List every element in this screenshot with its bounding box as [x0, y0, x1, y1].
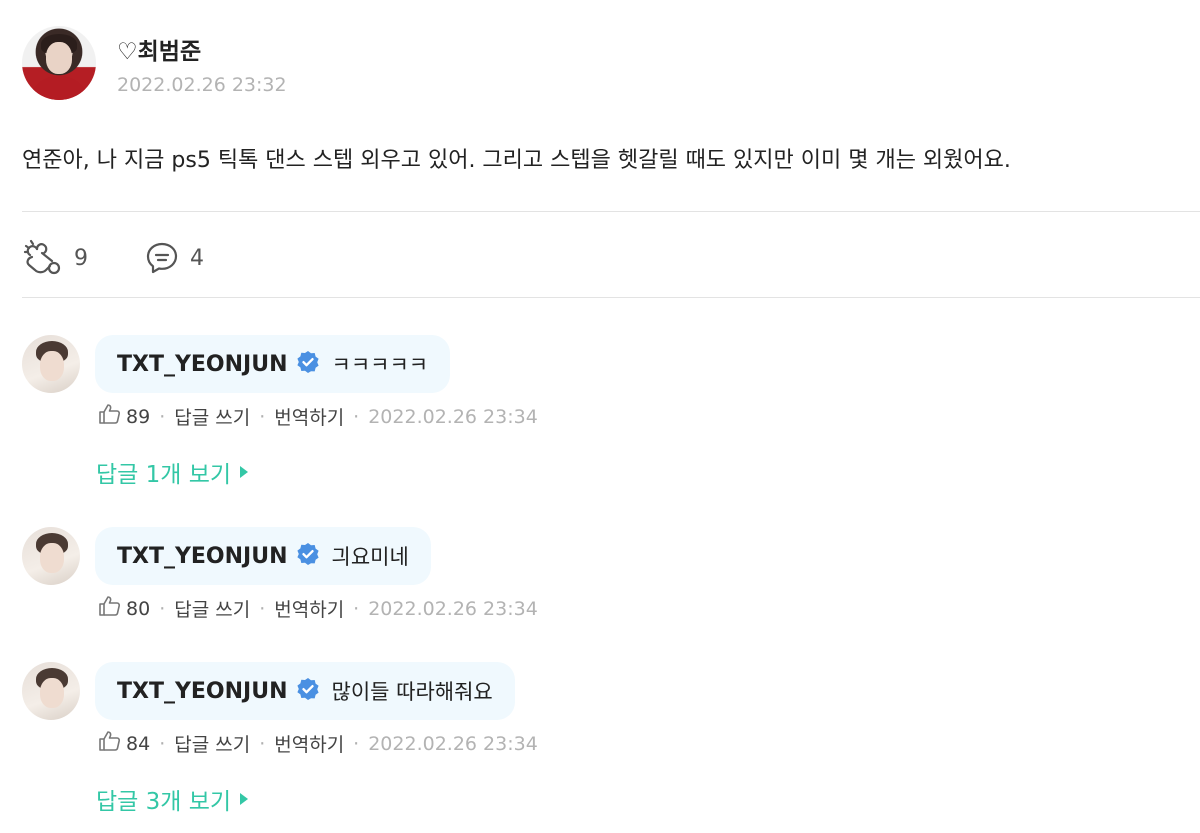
commenter-avatar[interactable] — [22, 662, 80, 720]
separator-dot: · — [353, 732, 360, 755]
separator-dot: · — [353, 405, 360, 428]
comment-meta: 89 · 답글 쓰기 · 번역하기 · 2022.02.26 23:34 — [98, 403, 538, 430]
comment-count: 4 — [190, 245, 204, 271]
separator-dot: · — [159, 732, 166, 755]
view-replies-label: 답글 3개 보기 — [96, 789, 232, 815]
translate-button[interactable]: 번역하기 — [274, 730, 344, 757]
view-replies-link[interactable]: 답글 3개 보기 — [96, 782, 249, 816]
comment-like-count: 89 — [126, 405, 151, 428]
post-body: 연준아, 나 지금 ps5 틱톡 댄스 스텝 외우고 있어. 그리고 스텝을 헷… — [22, 148, 1011, 173]
view-replies-link[interactable]: 답글 1개 보기 — [96, 455, 249, 489]
verified-badge-icon — [296, 542, 320, 570]
separator-dot: · — [259, 732, 266, 755]
comment-meta: 84 · 답글 쓰기 · 번역하기 · 2022.02.26 23:34 — [98, 730, 538, 757]
separator-dot: · — [353, 597, 360, 620]
post-header: ♡최범준 2022.02.26 23:32 — [22, 26, 622, 102]
post-timestamp: 2022.02.26 23:32 — [117, 74, 287, 96]
comment-like-count: 84 — [126, 732, 151, 755]
cheer-hand-icon — [22, 237, 64, 279]
divider — [22, 297, 1200, 298]
comment-text: 많이들 따라해줘요 — [331, 680, 493, 704]
comment-meta: 80 · 답글 쓰기 · 번역하기 · 2022.02.26 23:34 — [98, 595, 538, 622]
comment-bubble: TXT_YEONJUN 많이들 따라해줘요 — [95, 662, 515, 720]
like-action[interactable]: 9 — [22, 236, 88, 280]
separator-dot: · — [159, 405, 166, 428]
comment-bubble-icon — [144, 240, 180, 276]
commenter-avatar[interactable] — [22, 335, 80, 393]
author-name[interactable]: ♡최범준 — [117, 32, 201, 66]
verified-badge-icon — [296, 677, 320, 705]
triangle-right-icon — [239, 459, 249, 485]
comment-bubble: TXT_YEONJUN ㅋㅋㅋㅋㅋ — [95, 335, 451, 393]
translate-button[interactable]: 번역하기 — [274, 403, 344, 430]
separator-dot: · — [159, 597, 166, 620]
triangle-right-icon — [239, 786, 249, 812]
verified-badge-icon — [296, 350, 320, 378]
view-replies-label: 답글 1개 보기 — [96, 462, 232, 488]
author-avatar[interactable] — [22, 26, 96, 100]
thumbs-up-icon[interactable] — [98, 403, 122, 430]
divider — [22, 211, 1200, 212]
commenter-name[interactable]: TXT_YEONJUN — [117, 352, 288, 377]
comment-like-count: 80 — [126, 597, 151, 620]
comment-text: ㅋㅋㅋㅋㅋ — [331, 353, 429, 377]
commenter-avatar[interactable] — [22, 527, 80, 585]
comment-bubble: TXT_YEONJUN 긔요미네 — [95, 527, 431, 585]
comment-timestamp: 2022.02.26 23:34 — [368, 732, 538, 755]
commenter-name[interactable]: TXT_YEONJUN — [117, 544, 288, 569]
comment-text: 긔요미네 — [331, 545, 409, 569]
separator-dot: · — [259, 405, 266, 428]
reply-button[interactable]: 답글 쓰기 — [174, 403, 250, 430]
thumbs-up-icon[interactable] — [98, 595, 122, 622]
comment-timestamp: 2022.02.26 23:34 — [368, 597, 538, 620]
like-count: 9 — [74, 245, 88, 271]
thumbs-up-icon[interactable] — [98, 730, 122, 757]
comment-timestamp: 2022.02.26 23:34 — [368, 405, 538, 428]
translate-button[interactable]: 번역하기 — [274, 595, 344, 622]
commenter-name[interactable]: TXT_YEONJUN — [117, 679, 288, 704]
reply-button[interactable]: 답글 쓰기 — [174, 595, 250, 622]
separator-dot: · — [259, 597, 266, 620]
comment-action[interactable]: 4 — [144, 236, 204, 280]
post-actions: 9 4 — [22, 236, 622, 280]
reply-button[interactable]: 답글 쓰기 — [174, 730, 250, 757]
